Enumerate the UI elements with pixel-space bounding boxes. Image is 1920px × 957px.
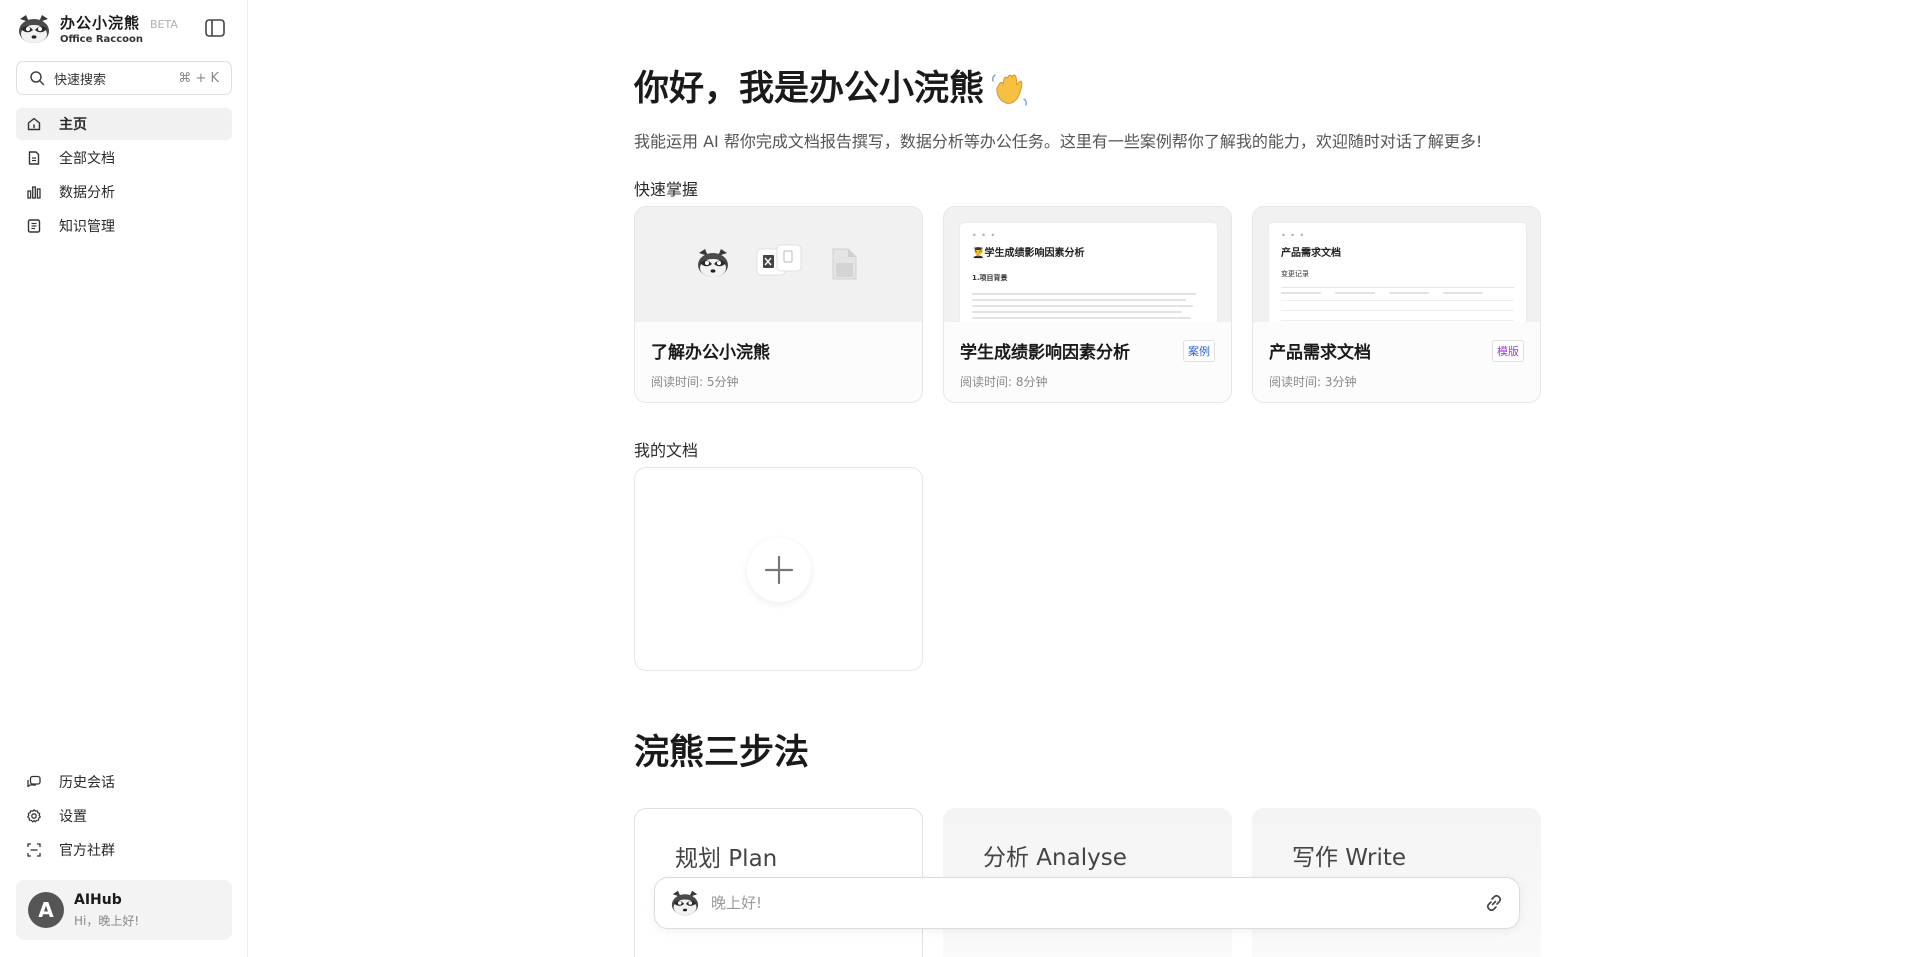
brand-subtitle: Office Raccoon	[60, 34, 144, 45]
bottom-nav: 历史会话 设置 官方社群	[16, 766, 232, 868]
doc-preview: • • • 产品需求文档 变更记录	[1269, 223, 1526, 322]
search-placeholder: 快速搜索	[54, 72, 107, 88]
card-title: 了解办公小浣熊	[651, 343, 770, 363]
brand-name: 办公小浣熊	[60, 14, 141, 32]
my-docs-label: 我的文档	[634, 441, 699, 460]
card-thumbnail	[635, 207, 922, 322]
beta-badge: BETA	[150, 18, 178, 31]
gear-icon	[27, 809, 41, 823]
main-nav: 主页 全部文档 数据分析 知识管理	[16, 108, 232, 244]
card-reading-time: 阅读时间: 8分钟	[960, 375, 1048, 389]
card-title: 产品需求文档	[1269, 343, 1371, 363]
sidebar-item-community[interactable]: 官方社群	[16, 834, 232, 866]
page-title: 你好，我是办公小浣熊	[634, 60, 1030, 111]
user-name: AIHub	[74, 891, 122, 908]
plus-icon	[764, 555, 794, 585]
raccoon-logo-icon	[671, 890, 699, 916]
raccoon-logo-icon	[698, 249, 728, 277]
chat-input[interactable]	[711, 894, 1483, 912]
card-thumbnail: • • • 👨‍🎓学生成绩影响因素分析 1.项目背景	[944, 207, 1231, 322]
search-icon	[30, 71, 45, 86]
card-student-analysis[interactable]: • • • 👨‍🎓学生成绩影响因素分析 1.项目背景 学生成绩影响因素分析 案例 …	[943, 206, 1232, 403]
bar-chart-icon	[27, 186, 41, 199]
quick-search[interactable]: 快速搜索 ⌘ + K	[16, 61, 232, 95]
sidebar-item-label: 主页	[59, 117, 87, 133]
sidebar-item-all-docs[interactable]: 全部文档	[16, 142, 232, 174]
card-about-raccoon[interactable]: 了解办公小浣熊 阅读时间: 5分钟	[634, 206, 923, 403]
sidebar-item-data-analysis[interactable]: 数据分析	[16, 176, 232, 208]
steps-title: 浣熊三步法	[634, 733, 810, 773]
card-title: 学生成绩影响因素分析	[960, 343, 1130, 363]
user-card[interactable]: A AIHub Hi，晚上好!	[16, 880, 232, 940]
doc-preview-title: 产品需求文档	[1281, 248, 1341, 259]
avatar: A	[28, 892, 64, 928]
template-badge: 模版	[1492, 339, 1524, 362]
file-types-icon	[756, 244, 802, 276]
sidebar-item-label: 历史会话	[59, 775, 115, 791]
community-icon	[27, 843, 41, 857]
sidebar-item-home[interactable]: 主页	[16, 108, 232, 140]
quick-start-cards: 了解办公小浣熊 阅读时间: 5分钟 • • • 👨‍🎓学生成绩影响因素分析 1.…	[634, 206, 1561, 403]
new-document-card[interactable]	[634, 467, 923, 671]
card-reading-time: 阅读时间: 3分钟	[1269, 375, 1357, 389]
waving-hand-icon	[992, 74, 1028, 106]
sidebar-item-knowledge[interactable]: 知识管理	[16, 210, 232, 242]
doc-preview-subtitle: 1.项目背景	[972, 274, 1008, 282]
sidebar-toggle-icon[interactable]	[204, 17, 226, 39]
case-badge: 案例	[1183, 339, 1215, 362]
card-reading-time: 阅读时间: 5分钟	[651, 375, 739, 389]
sidebar-item-label: 数据分析	[59, 185, 115, 201]
brand[interactable]: 办公小浣熊 BETA Office Raccoon	[16, 12, 178, 45]
chat-bar	[654, 877, 1520, 929]
link-icon[interactable]	[1483, 892, 1505, 914]
app-root: 办公小浣熊 BETA Office Raccoon 快速搜索 ⌘ + K 主页	[0, 0, 1920, 957]
hello-text: 你好，我是办公小浣熊	[634, 69, 985, 109]
add-document-button[interactable]	[747, 538, 811, 602]
home-icon	[27, 117, 41, 131]
sidebar-item-history[interactable]: 历史会话	[16, 766, 232, 798]
card-thumbnail: • • • 产品需求文档 变更记录	[1253, 207, 1540, 322]
card-prd-template[interactable]: • • • 产品需求文档 变更记录 产品需求文档 模版 阅读时间: 3分钟	[1252, 206, 1541, 403]
sidebar-item-settings[interactable]: 设置	[16, 800, 232, 832]
document-stack-icon	[832, 248, 857, 280]
sidebar-item-label: 知识管理	[59, 219, 115, 235]
sidebar-item-label: 设置	[59, 809, 87, 825]
sidebar: 办公小浣熊 BETA Office Raccoon 快速搜索 ⌘ + K 主页	[0, 0, 248, 957]
sidebar-item-label: 全部文档	[59, 151, 115, 167]
doc-preview: • • • 👨‍🎓学生成绩影响因素分析 1.项目背景	[960, 223, 1217, 322]
quick-start-label: 快速掌握	[634, 180, 699, 199]
raccoon-logo-icon	[19, 14, 49, 43]
notebook-icon	[27, 219, 41, 233]
search-shortcut: ⌘ + K	[178, 70, 219, 86]
doc-preview-subtitle: 变更记录	[1281, 270, 1309, 278]
intro-text: 我能运用 AI 帮你完成文档报告撰写，数据分析等办公任务。这里有一些案例帮你了解…	[634, 132, 1483, 151]
document-icon	[28, 151, 40, 165]
doc-preview-title: 👨‍🎓学生成绩影响因素分析	[972, 248, 1085, 259]
user-greeting: Hi，晚上好!	[74, 913, 140, 928]
chat-history-icon	[27, 775, 41, 788]
sidebar-item-label: 官方社群	[59, 843, 115, 859]
